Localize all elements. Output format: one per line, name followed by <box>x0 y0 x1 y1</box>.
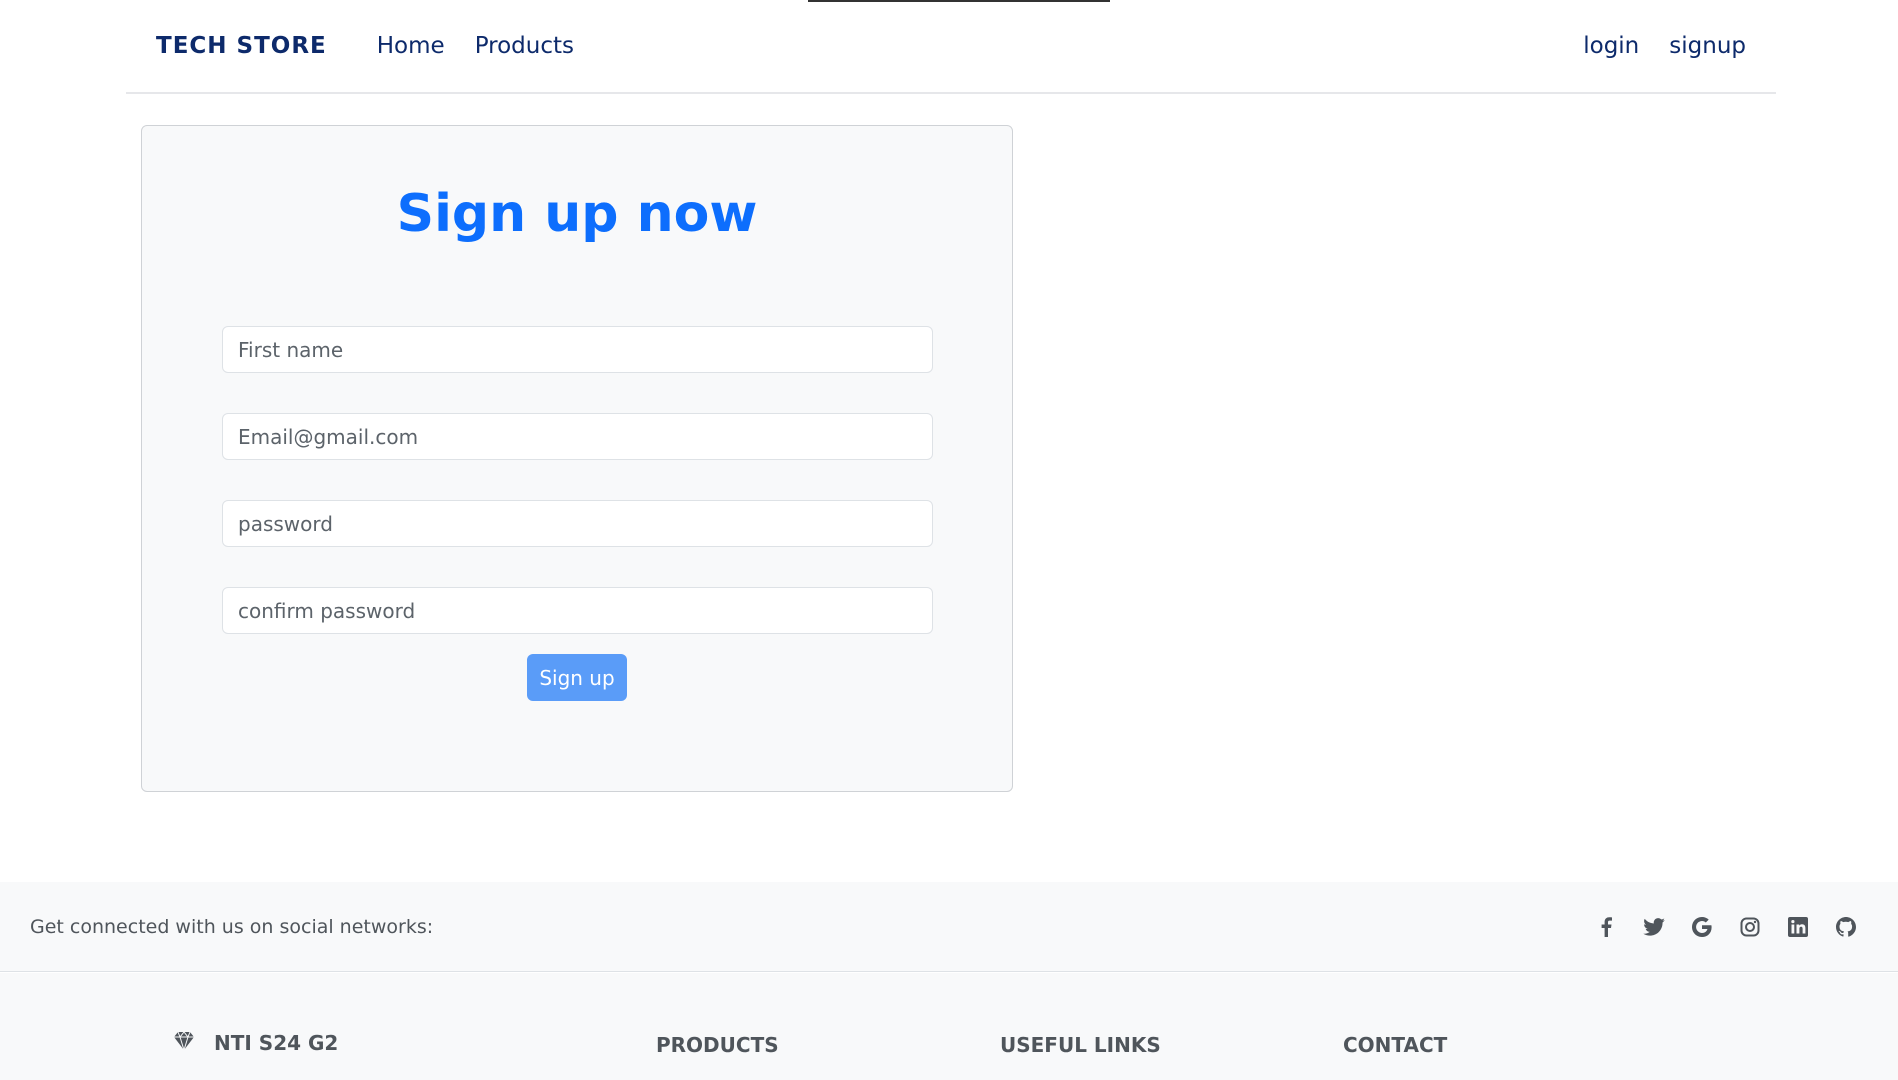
nav-auth-links: login signup <box>1583 33 1746 59</box>
signup-card: Sign up now Sign up <box>141 125 1013 792</box>
footer-main: NTI S24 G2 PRODUCTS USEFUL LINKS CONTACT <box>0 973 1898 1080</box>
nav-link-home[interactable]: Home <box>377 33 445 59</box>
social-bar: Get connected with us on social networks… <box>0 882 1898 972</box>
instagram-icon[interactable] <box>1738 915 1762 939</box>
footer-brand: NTI S24 G2 <box>174 1031 338 1055</box>
twitter-icon[interactable] <box>1642 915 1666 939</box>
nav-link-login[interactable]: login <box>1583 33 1639 59</box>
email-input[interactable] <box>222 413 933 460</box>
google-icon[interactable] <box>1690 915 1714 939</box>
linkedin-icon[interactable] <box>1786 915 1810 939</box>
signup-title: Sign up now <box>396 184 758 244</box>
footer-heading-useful-links: USEFUL LINKS <box>1000 1033 1161 1057</box>
signup-button[interactable]: Sign up <box>527 654 627 701</box>
password-input[interactable] <box>222 500 933 547</box>
social-icons <box>1594 915 1858 939</box>
social-text: Get connected with us on social networks… <box>30 915 434 938</box>
brand-logo[interactable]: TECH STORE <box>156 33 327 59</box>
navbar: TECH STORE Home Products login signup <box>126 0 1776 94</box>
footer-brand-name: NTI S24 G2 <box>214 1031 339 1055</box>
footer-heading-contact: CONTACT <box>1343 1033 1448 1057</box>
confirm-password-input[interactable] <box>222 587 933 634</box>
nav-links: Home Products <box>377 33 574 59</box>
facebook-icon[interactable] <box>1594 915 1618 939</box>
nav-link-signup[interactable]: signup <box>1669 33 1746 59</box>
gem-icon <box>174 1031 194 1055</box>
first-name-input[interactable] <box>222 326 933 373</box>
github-icon[interactable] <box>1834 915 1858 939</box>
footer-heading-products: PRODUCTS <box>656 1033 779 1057</box>
nav-link-products[interactable]: Products <box>475 33 574 59</box>
